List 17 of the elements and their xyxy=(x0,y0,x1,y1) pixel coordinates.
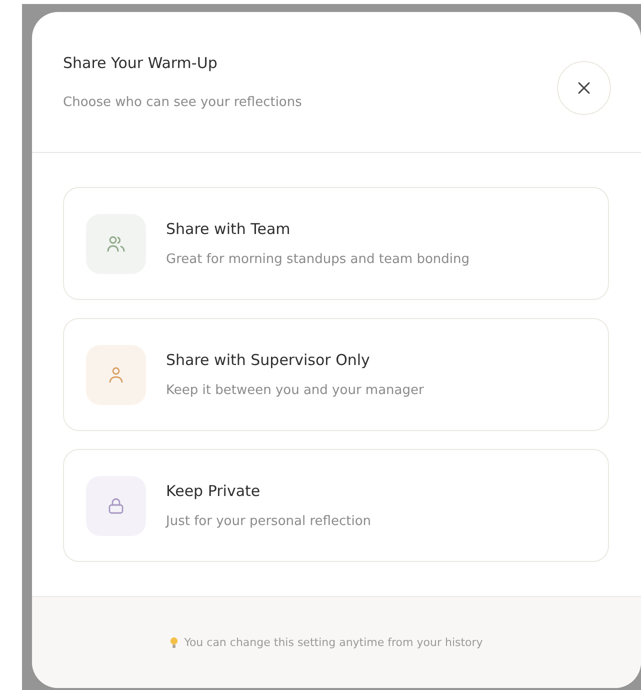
option-description: Just for your personal reflection xyxy=(166,514,372,529)
share-option[interactable]: Share with Team Great for morning standups and team bonding xyxy=(63,187,609,300)
lightbulb-icon xyxy=(170,636,178,648)
close-icon xyxy=(577,81,591,95)
option-title: Share with Team xyxy=(166,220,292,238)
option-description: Great for morning standups and team bonding xyxy=(166,252,470,267)
option-title: Keep Private xyxy=(166,482,262,500)
share-option[interactable]: Keep Private Just for your personal reflection xyxy=(63,449,609,562)
footer-note: You can change this setting anytime from your history xyxy=(184,636,483,649)
lock-icon xyxy=(106,496,126,516)
option-description: Keep it between you and your manager xyxy=(166,383,424,398)
close-button[interactable] xyxy=(557,61,611,115)
share-option[interactable]: Share with Supervisor Only Keep it between you and your manager xyxy=(63,318,609,431)
dialog-title: Share Your Warm-Up xyxy=(63,53,218,74)
people-icon xyxy=(106,234,126,254)
dialog-subtitle: Choose who can see your reflections xyxy=(63,94,302,112)
option-title: Share with Supervisor Only xyxy=(166,351,371,369)
